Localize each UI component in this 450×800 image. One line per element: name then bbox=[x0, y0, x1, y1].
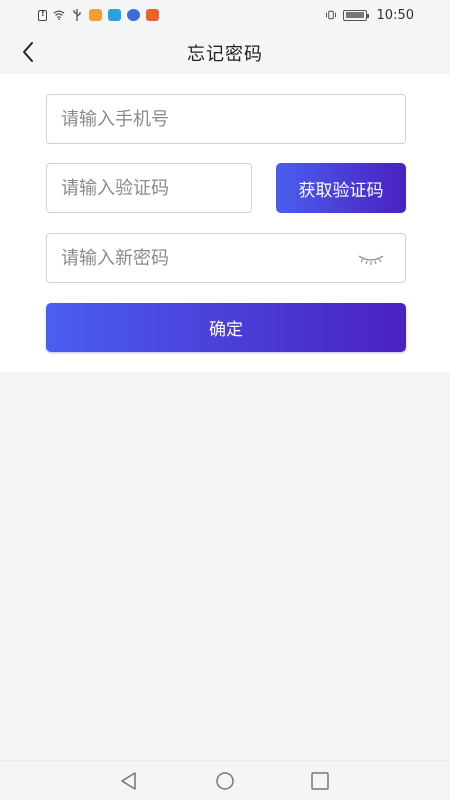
status-bar: 10:50 bbox=[0, 0, 450, 30]
verification-code-input[interactable] bbox=[47, 164, 251, 212]
phone-field bbox=[46, 94, 406, 144]
nav-bar: 忘记密码 bbox=[0, 30, 450, 74]
status-right-icons: 10:50 bbox=[325, 8, 414, 23]
sim-alert-icon bbox=[38, 9, 47, 21]
usb-icon bbox=[73, 9, 81, 21]
new-password-field bbox=[46, 233, 406, 283]
recent-square-icon[interactable] bbox=[309, 771, 331, 791]
back-triangle-icon[interactable] bbox=[118, 771, 140, 791]
battery-icon bbox=[342, 9, 369, 21]
vibrate-icon bbox=[325, 10, 336, 20]
app-icon-2 bbox=[108, 9, 121, 21]
eye-closed-icon[interactable] bbox=[357, 251, 385, 267]
app-icon-1 bbox=[89, 9, 102, 21]
wifi-icon bbox=[53, 10, 65, 21]
status-time: 10:50 bbox=[376, 7, 414, 23]
system-nav-bar bbox=[0, 760, 450, 800]
app-icon-3 bbox=[127, 9, 140, 21]
get-code-button[interactable]: 获取验证码 bbox=[276, 163, 406, 213]
app-icon-4 bbox=[146, 9, 159, 21]
verification-code-field bbox=[46, 163, 252, 213]
reset-password-form: 获取验证码 确定 bbox=[0, 74, 450, 372]
confirm-button[interactable]: 确定 bbox=[46, 303, 406, 352]
new-password-input[interactable] bbox=[47, 234, 405, 282]
page-title: 忘记密码 bbox=[187, 44, 263, 65]
phone-input[interactable] bbox=[47, 95, 405, 143]
home-circle-icon[interactable] bbox=[214, 771, 236, 791]
status-left-icons bbox=[38, 9, 159, 21]
